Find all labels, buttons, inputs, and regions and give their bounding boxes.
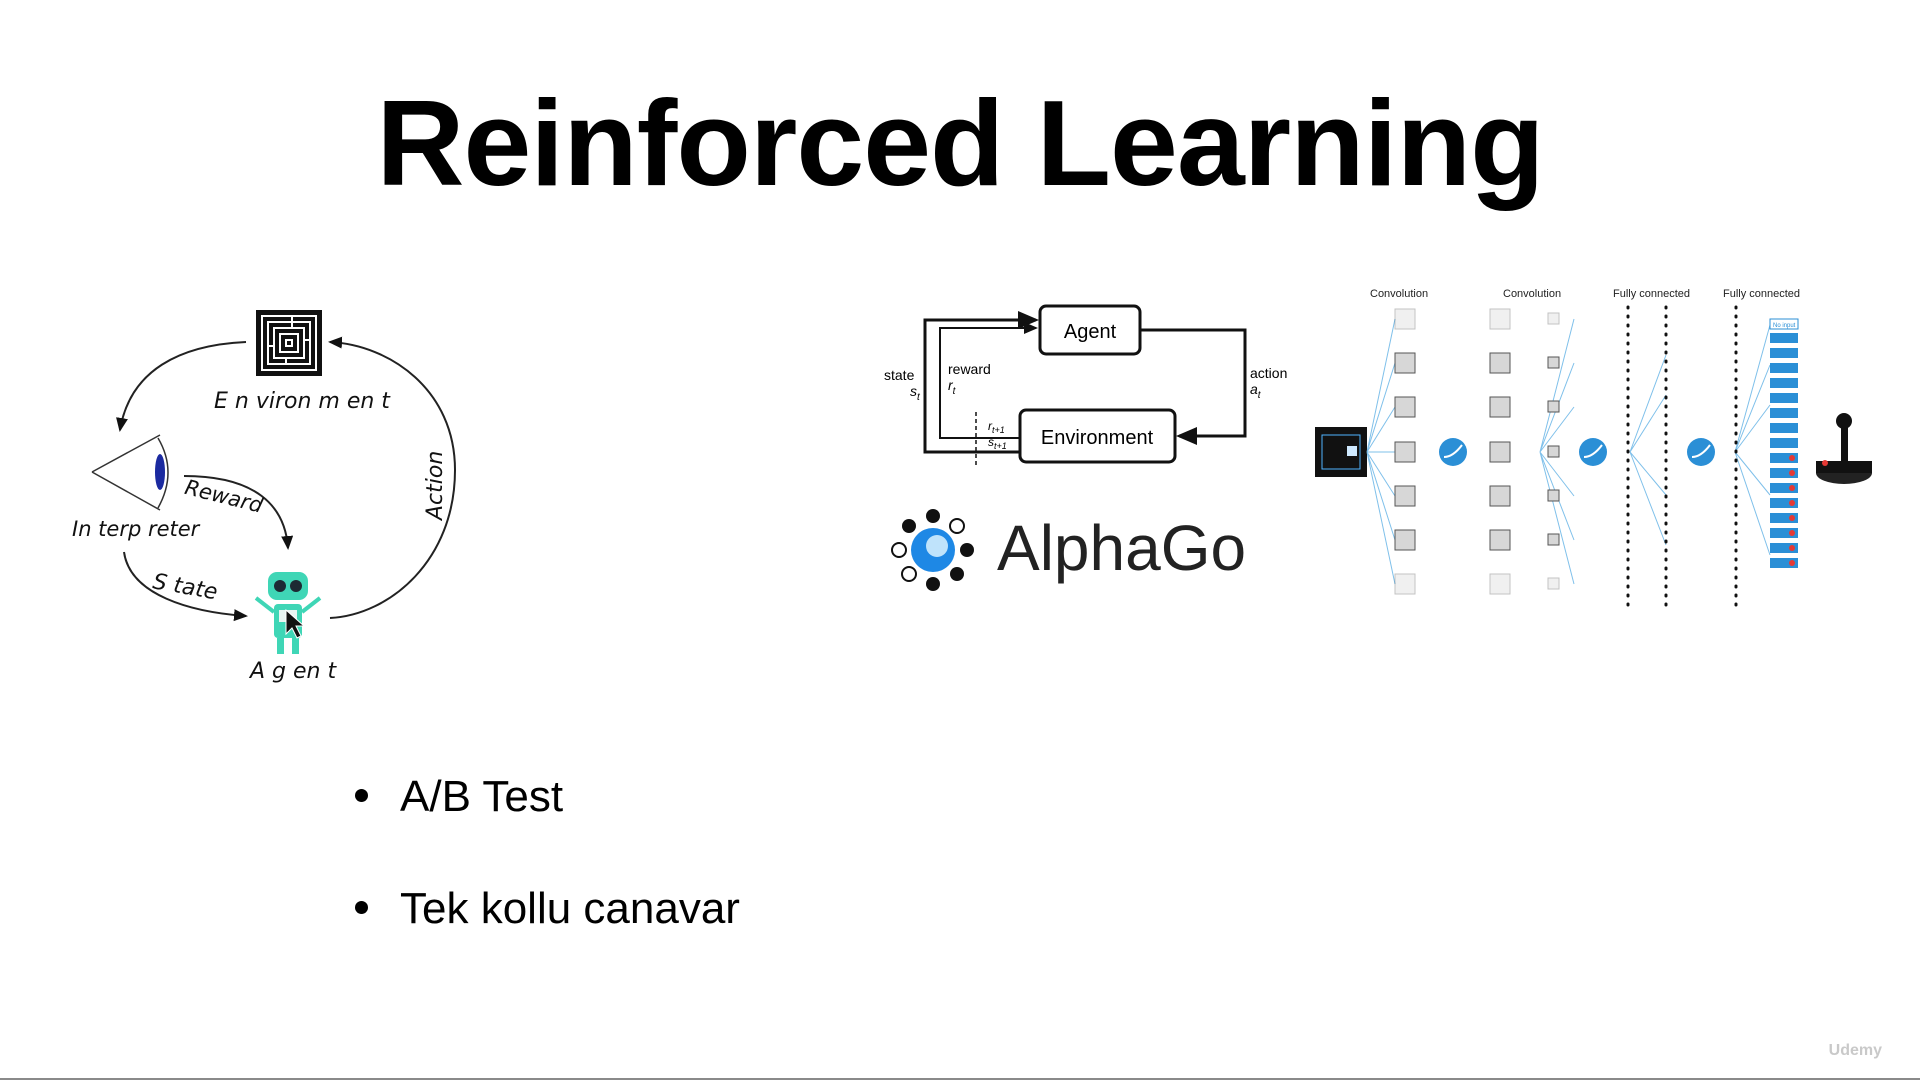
state-text: state xyxy=(884,367,915,383)
game-screen-icon xyxy=(1315,427,1367,477)
environment-box-label: Environment xyxy=(1041,427,1154,449)
state-label: S tate xyxy=(151,569,220,605)
agent-label: A g en t xyxy=(248,659,337,684)
interpreter-label: In terp reter xyxy=(72,517,201,541)
activation-icon xyxy=(1439,438,1715,466)
reward-text: reward xyxy=(948,361,991,377)
state-symbol: s xyxy=(910,383,917,399)
layer-label-4: Fully connected xyxy=(1723,288,1800,300)
svg-text:rt: rt xyxy=(948,377,957,397)
svg-text:st: st xyxy=(910,383,921,403)
bullet-item: A/B Test xyxy=(355,775,740,887)
no-input-label: No input xyxy=(1773,323,1796,329)
action-symbol: a xyxy=(1250,381,1258,397)
joystick-icon xyxy=(1816,413,1872,484)
bullet-list: A/B Test Tek kollu canavar xyxy=(355,775,740,999)
agent-box-label: Agent xyxy=(1064,321,1117,343)
bullet-dot xyxy=(355,901,368,914)
eye-icon xyxy=(91,434,169,511)
action-subscript: t xyxy=(1258,390,1262,401)
layer-label-2: Convolution xyxy=(1503,288,1561,300)
alphago-wordmark: AlphaGo xyxy=(997,512,1246,584)
bullet-item: Tek kollu canavar xyxy=(355,887,740,999)
slide-title: Reinforced Learning xyxy=(376,75,1544,211)
environment-label: E n viron m en t xyxy=(214,389,391,414)
alphago-mark-icon xyxy=(891,509,974,591)
reward-label: Reward xyxy=(182,475,266,518)
bullet-text: Tek kollu canavar xyxy=(400,884,740,933)
action-text: action xyxy=(1250,365,1287,381)
svg-text:rt+1: rt+1 xyxy=(988,419,1005,435)
alphago-logo: AlphaGo xyxy=(885,500,1265,600)
bullet-dot xyxy=(355,789,368,802)
layer-label-3: Fully connected xyxy=(1613,288,1690,300)
dqn-network-diagram: Convolution Convolution Fully connected … xyxy=(1315,288,1872,607)
rl-cycle-diagram: E n viron m en t In terp reter Reward S … xyxy=(72,310,457,684)
action-label: Action xyxy=(423,451,448,522)
reward-subscript: t xyxy=(953,386,957,397)
next-state-subscript: t+1 xyxy=(994,441,1007,451)
next-reward-subscript: t+1 xyxy=(992,425,1005,435)
svg-text:at: at xyxy=(1250,381,1262,401)
maze-icon xyxy=(256,310,322,376)
bullet-text: A/B Test xyxy=(400,772,564,821)
agent-environment-diagram: Agent Environment state st reward rt act… xyxy=(884,304,1287,468)
udemy-watermark: Udemy xyxy=(1828,1042,1882,1059)
state-subscript: t xyxy=(917,392,921,403)
layer-label-1: Convolution xyxy=(1370,288,1428,300)
